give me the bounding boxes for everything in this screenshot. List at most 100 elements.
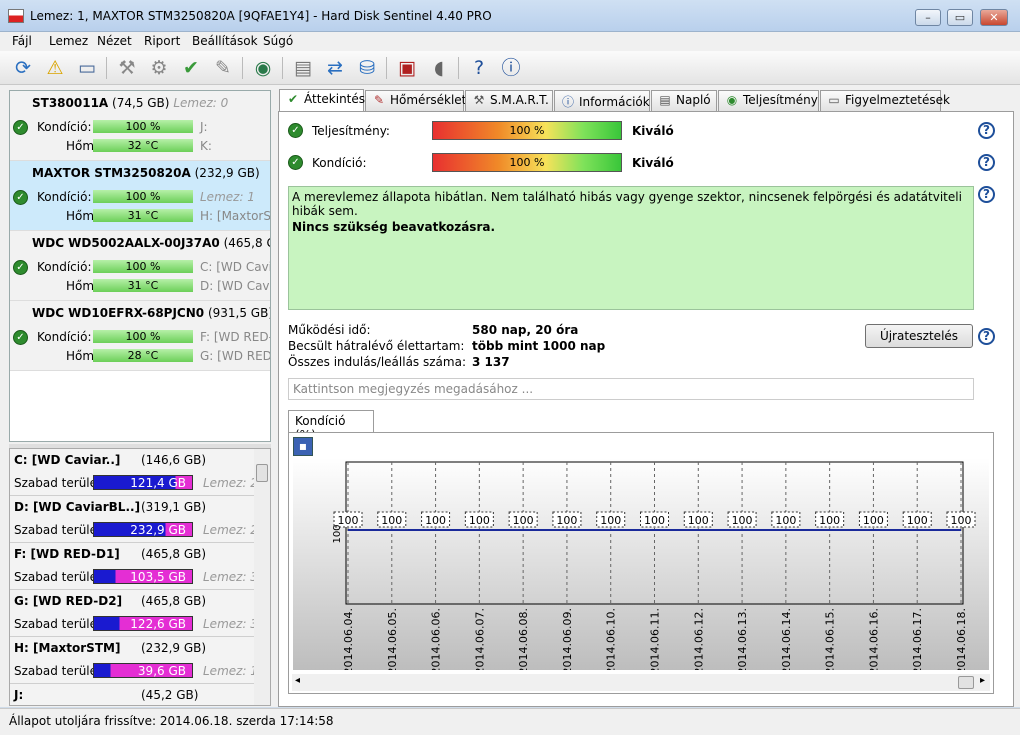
partition-name: J: xyxy=(14,688,24,702)
disk-tool-3-icon[interactable]: ✔ xyxy=(178,55,204,81)
condition-value: 100 % xyxy=(93,260,193,273)
health-status-box: A merevlemez állapota hibátlan. Nem talá… xyxy=(288,186,974,310)
disk-item[interactable]: WDC WD10EFRX-68PJCN0 (931,5 GB) Le ✓ Kon… xyxy=(10,301,270,371)
disk-tool-1-icon[interactable]: ⚒ xyxy=(114,55,140,81)
menu-settings[interactable]: Beállítások xyxy=(192,34,258,48)
partition-label: C: [WD Caviar xyxy=(200,260,270,274)
about-icon[interactable]: ⓘ xyxy=(498,55,524,81)
menu-report[interactable]: Riport xyxy=(144,34,180,48)
ok-check-icon: ✓ xyxy=(13,120,28,135)
sound-icon[interactable]: ◖ xyxy=(426,55,452,81)
partition-item[interactable]: H: [MaxtorSTM] (232,9 GB) Szabad terület… xyxy=(10,637,258,684)
help-icon[interactable]: ? xyxy=(978,186,995,203)
tab-alerts[interactable]: ▭ Figyelmeztetések xyxy=(820,90,950,111)
free-space-label: Szabad terület xyxy=(14,664,102,678)
ok-check-icon: ✓ xyxy=(13,190,28,205)
title-bar[interactable]: Lemez: 1, MAXTOR STM3250820A [9QFAE1Y4] … xyxy=(0,0,1020,32)
disk-item[interactable]: WDC WD5002AALX-00J37A0 (465,8 GB) Le ✓ K… xyxy=(10,231,270,301)
chart-scrollbar[interactable]: ◂ ▸ xyxy=(292,674,990,691)
scroll-left-icon[interactable]: ◂ xyxy=(295,675,300,686)
menu-file[interactable]: Fájl xyxy=(12,34,32,48)
data-label: 100 xyxy=(556,514,577,527)
menu-help[interactable]: Súgó xyxy=(263,34,293,48)
close-button[interactable]: ✕ xyxy=(980,9,1008,26)
help-icon[interactable]: ? xyxy=(978,122,995,139)
data-label: 100 xyxy=(600,514,621,527)
disk-number: Lemez: 2 xyxy=(203,523,258,537)
gauge-icon: ◉ xyxy=(726,93,738,107)
data-label: 100 xyxy=(381,514,402,527)
alert-config-icon[interactable]: ▣ xyxy=(394,55,420,81)
tab-temperature[interactable]: ✎ Hőmérséklet xyxy=(365,90,466,111)
condition-value: 100 % xyxy=(93,190,193,203)
help-icon[interactable]: ? xyxy=(466,55,492,81)
partition-label: G: [WD RED-D xyxy=(200,349,270,363)
temp-value: 32 °C xyxy=(93,139,193,152)
partition-item[interactable]: D: [WD CaviarBL..] (319,1 GB) Szabad ter… xyxy=(10,496,258,543)
partition-item[interactable]: F: [WD RED-D1] (465,8 GB) Szabad terület… xyxy=(10,543,258,590)
x-tick-label: 2014.06.11. xyxy=(649,608,662,670)
backup-icon[interactable]: ⇄ xyxy=(322,55,348,81)
partition-item[interactable]: G: [WD RED-D2] (465,8 GB) Szabad terület… xyxy=(10,590,258,637)
partition-label: D: [WD Cavia xyxy=(200,279,270,293)
partition-size: (146,6 GB) xyxy=(141,453,207,467)
scrollbar-thumb[interactable] xyxy=(256,464,268,482)
help-icon[interactable]: ? xyxy=(978,328,995,345)
tab-smart[interactable]: ⚒ S.M.A.R.T. xyxy=(465,90,553,111)
report-icon[interactable]: ▤ xyxy=(290,55,316,81)
globe-icon[interactable]: ◉ xyxy=(250,55,276,81)
check-icon: ✔ xyxy=(287,92,299,106)
status-recommendation: Nincs szükség beavatkozásra. xyxy=(292,220,496,234)
disk-name: MAXTOR STM3250820A xyxy=(32,166,191,180)
partition-item[interactable]: C: [WD Caviar..] (146,6 GB) Szabad terül… xyxy=(10,449,258,496)
maximize-button[interactable]: ▭ xyxy=(947,9,973,26)
network-icon[interactable]: ⛁ xyxy=(354,55,380,81)
x-tick-label: 2014.06.13. xyxy=(736,608,749,670)
x-tick-label: 2014.06.14. xyxy=(780,608,793,670)
partition-scrollbar[interactable] xyxy=(254,449,270,705)
menu-disk[interactable]: Lemez xyxy=(49,34,88,48)
refresh-icon[interactable]: ⟳ xyxy=(10,55,36,81)
menu-view[interactable]: Nézet xyxy=(97,34,132,48)
tab-log[interactable]: ▤ Napló xyxy=(651,90,717,111)
temp-value: 31 °C xyxy=(93,209,193,222)
scroll-right-icon[interactable]: ▸ xyxy=(980,675,985,686)
retest-button[interactable]: Újratesztelés xyxy=(865,324,973,348)
menu-bar: Fájl Lemez Nézet Riport Beállítások Súgó xyxy=(0,32,1020,51)
condition-bar: 100 % xyxy=(432,153,622,172)
tab-information[interactable]: ⓘ Információk xyxy=(554,90,650,111)
info-icon: ⓘ xyxy=(561,95,574,109)
uptime-label: Működési idő: xyxy=(288,323,371,337)
disk-tool-2-icon[interactable]: ⚙ xyxy=(146,55,172,81)
scrollbar-thumb[interactable] xyxy=(958,676,974,689)
disk-tool-4-icon[interactable]: ✎ xyxy=(210,55,236,81)
disk-name: WDC WD5002AALX-00J37A0 xyxy=(32,236,220,250)
window-title: Lemez: 1, MAXTOR STM3250820A [9QFAE1Y4] … xyxy=(30,9,492,23)
condition-rating: Kiváló xyxy=(632,156,674,170)
minimize-button[interactable]: – xyxy=(915,9,941,26)
help-icon[interactable]: ? xyxy=(978,154,995,171)
disk-name: ST380011A xyxy=(32,96,109,110)
warning-icon[interactable]: ⚠ xyxy=(42,55,68,81)
disk-item-selected[interactable]: MAXTOR STM3250820A (232,9 GB) ✓ Kondíció… xyxy=(10,161,270,231)
chart-tab-condition[interactable]: Kondíció (%) xyxy=(288,410,374,442)
disk-info-icon[interactable]: ▭ xyxy=(74,55,100,81)
tab-performance[interactable]: ◉ Teljesítmény xyxy=(718,90,819,111)
free-space-bar: 121,4 GB xyxy=(93,475,193,490)
disk-number: Lemez: 2 xyxy=(203,476,258,490)
x-tick-label: 2014.06.18. xyxy=(955,608,968,670)
disk-item[interactable]: ST380011A (74,5 GB) Lemez: 0 ✓ Kondíció:… xyxy=(10,91,270,161)
free-space-label: Szabad terület xyxy=(14,523,102,537)
uptime-value: 580 nap, 20 óra xyxy=(472,323,579,337)
tab-overview[interactable]: ✔ Áttekintés xyxy=(279,89,365,112)
partition-size: (465,8 GB) xyxy=(141,594,207,608)
partition-name: H: [MaxtorSTM] xyxy=(14,641,121,655)
partition-item[interactable]: J: (45,2 GB) xyxy=(10,684,254,705)
note-input[interactable]: Kattintson megjegyzés megadásához ... xyxy=(288,378,974,400)
save-icon[interactable]: ▪ xyxy=(293,437,313,456)
condition-label: Kondíció: xyxy=(37,260,92,274)
x-tick-label: 2014.06.06. xyxy=(430,608,443,670)
partition-name: D: [WD CaviarBL..] xyxy=(14,500,141,514)
condition-label: Kondíció: xyxy=(312,156,367,170)
lifetime-label: Becsült hátralévő élettartam: xyxy=(288,339,465,353)
